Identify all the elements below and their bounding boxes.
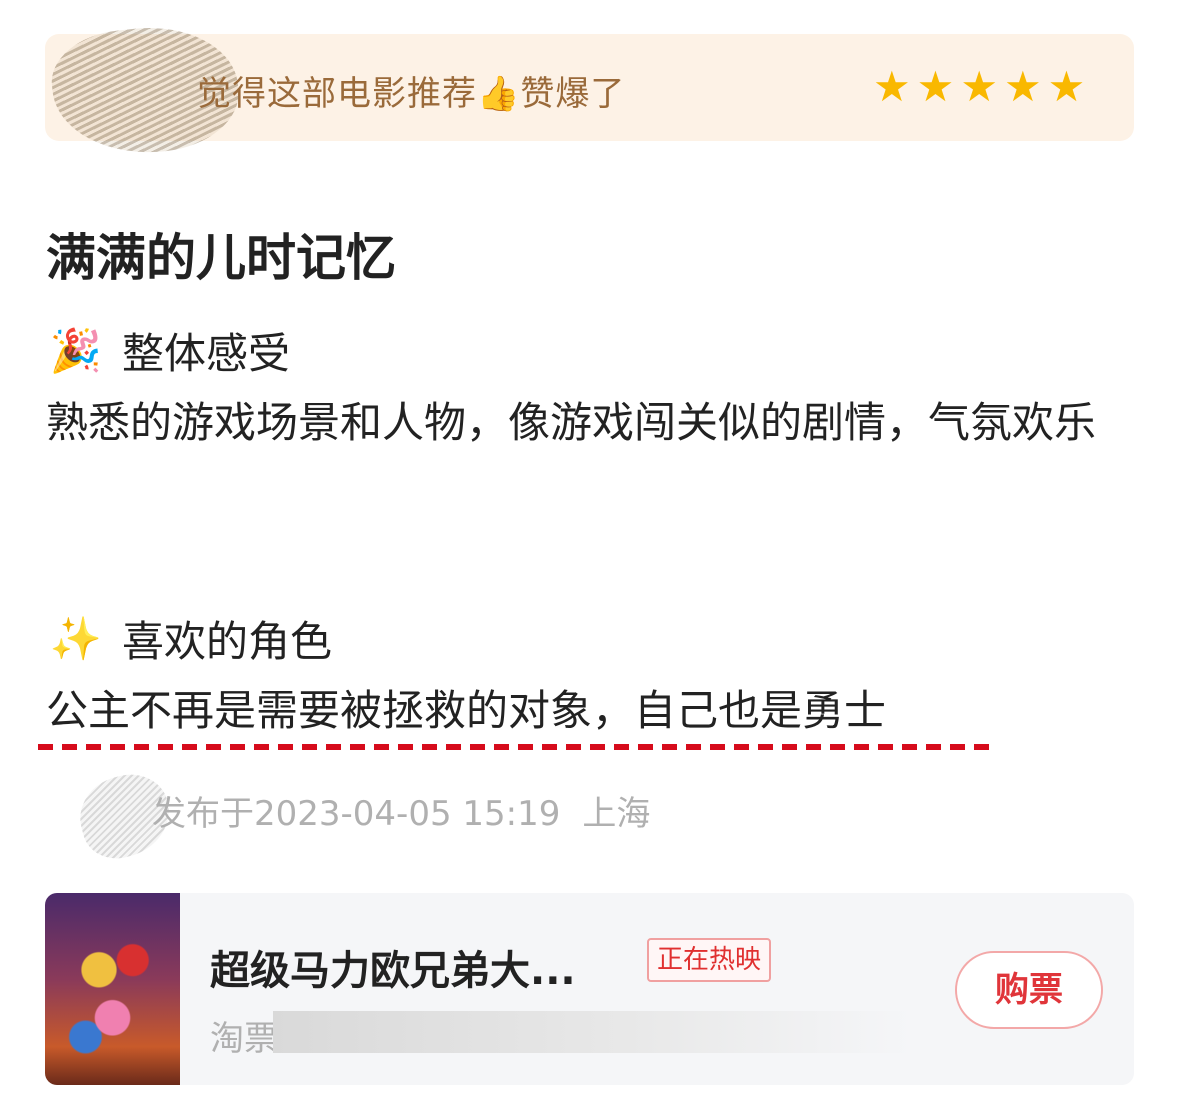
now-showing-badge: 正在热映 [647, 938, 772, 982]
publish-time: 发布于2023-04-05 15:19 [152, 794, 561, 834]
star-rating: ★ ★ ★ ★ ★ [873, 64, 1085, 110]
review-title: 满满的儿时记忆 [46, 229, 396, 287]
star-icon: ★ [873, 62, 911, 111]
buy-ticket-button[interactable]: 购票 [955, 951, 1103, 1029]
rating-text: 觉得这部电影推荐👍赞爆了 [197, 74, 626, 114]
post-meta: 发布于2023-04-05 15:19 上海 [152, 786, 650, 835]
party-popper-icon: 🎉 [49, 325, 103, 375]
movie-title[interactable]: 超级马力欧兄弟大... [210, 938, 576, 996]
redacted-source-blur [273, 1011, 913, 1053]
movie-card[interactable]: 超级马力欧兄弟大... 正在热映 淘票 购票 [45, 893, 1134, 1085]
section-heading-label: 整体感受 [122, 329, 291, 378]
rating-banner: 觉得这部电影推荐👍赞爆了 ★ ★ ★ ★ ★ [45, 18, 1134, 163]
movie-poster[interactable] [45, 893, 180, 1085]
star-icon: ★ [960, 62, 998, 111]
star-icon: ★ [1047, 62, 1086, 111]
section-heading-overall: 🎉 整体感受 [46, 320, 290, 381]
section-body-overall: 熟悉的游戏场景和人物，像游戏闯关似的剧情，气氛欢乐 [46, 398, 1097, 447]
section-body-favorite-character: 公主不再是需要被拯救的对象，自己也是勇士 [46, 686, 887, 735]
review-page: 觉得这部电影推荐👍赞爆了 ★ ★ ★ ★ ★ 满满的儿时记忆 🎉 整体感受 熟悉… [0, 0, 1179, 1101]
publish-location: 上海 [582, 794, 651, 834]
movie-source: 淘票 [210, 1019, 278, 1059]
star-icon: ★ [916, 62, 955, 111]
highlight-underline [38, 744, 993, 750]
star-icon: ★ [1003, 62, 1042, 111]
section-heading-label: 喜欢的角色 [122, 617, 333, 666]
sparkles-icon: ✨ [49, 613, 103, 663]
section-heading-favorite-character: ✨ 喜欢的角色 [46, 608, 332, 669]
